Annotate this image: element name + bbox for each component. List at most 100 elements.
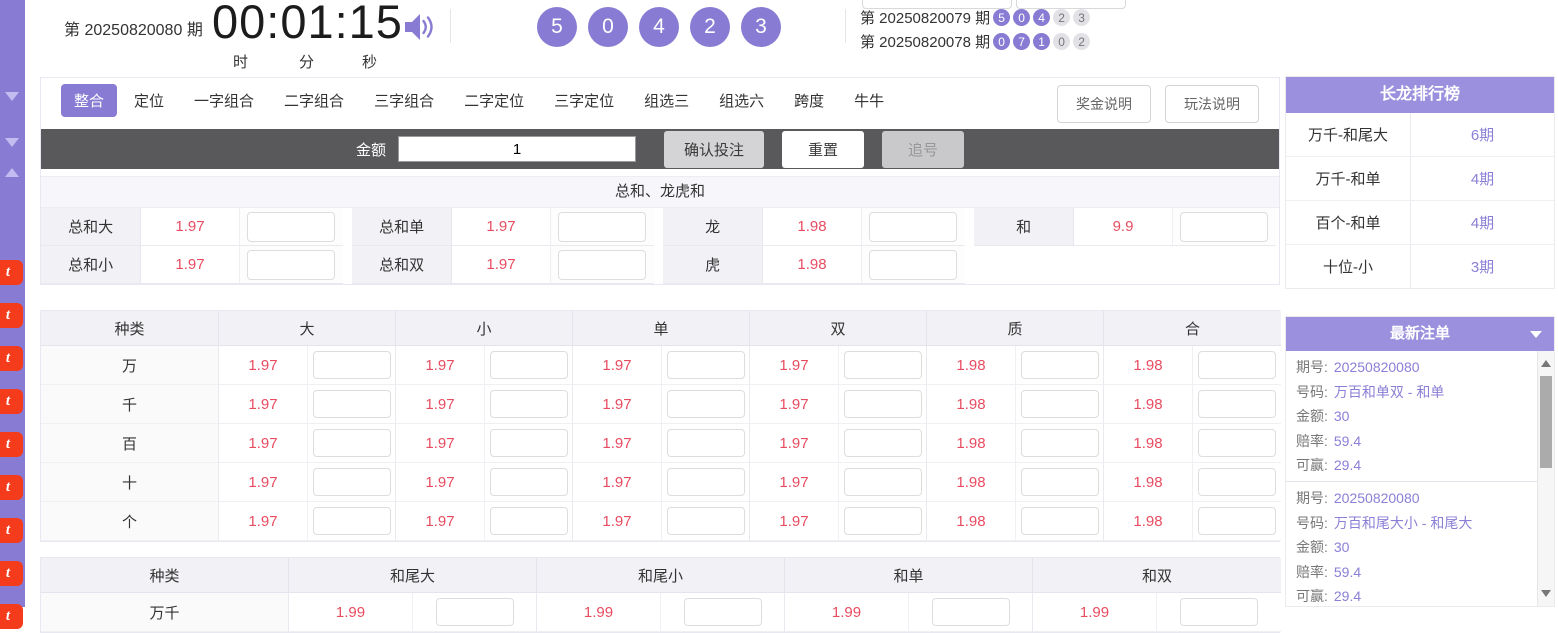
order-field-value: 20250820080 <box>1334 490 1420 506</box>
orders-panel-header[interactable]: 最新注单 <box>1286 317 1554 351</box>
lottery-ball: 3 <box>741 7 781 47</box>
history-ball: 5 <box>993 9 1010 26</box>
arrow-down-icon[interactable] <box>5 138 19 147</box>
bet-input[interactable] <box>490 429 568 457</box>
odds-value: 1.97 <box>396 502 485 541</box>
bet-input[interactable] <box>667 468 745 496</box>
bet-input[interactable] <box>844 351 922 379</box>
bet-input[interactable] <box>558 250 646 280</box>
tab-6[interactable]: 二字定位 <box>464 90 524 111</box>
tab-2[interactable]: 定位 <box>134 90 164 111</box>
bet-input[interactable] <box>667 390 745 418</box>
bet-input[interactable] <box>844 429 922 457</box>
column-header: 和双 <box>1033 558 1281 593</box>
bet-input[interactable] <box>313 351 391 379</box>
dragon-rank-row: 万千-和尾大6期 <box>1286 113 1554 157</box>
tab-10[interactable]: 跨度 <box>794 90 824 111</box>
amount-input[interactable] <box>398 136 636 162</box>
tab-4[interactable]: 二字组合 <box>284 90 344 111</box>
confirm-bet-button[interactable]: 确认投注 <box>664 131 764 168</box>
bet-input[interactable] <box>247 250 335 280</box>
order-field-value: 59.4 <box>1334 433 1361 449</box>
scrollbar-thumb[interactable] <box>1540 376 1552 468</box>
chevron-down-icon[interactable] <box>1530 331 1542 338</box>
odds-value: 1.99 <box>537 593 661 632</box>
odds-input-cell <box>662 424 750 463</box>
tab-7[interactable]: 三字定位 <box>554 90 614 111</box>
bet-input[interactable] <box>1021 429 1099 457</box>
bet-input[interactable] <box>313 390 391 418</box>
bet-input[interactable] <box>1198 351 1276 379</box>
bet-input[interactable] <box>1021 351 1099 379</box>
odds-input-cell <box>662 385 750 424</box>
sidebar-badge[interactable]: t <box>0 389 23 414</box>
tab-3[interactable]: 一字组合 <box>194 90 254 111</box>
sidebar-badge[interactable]: t <box>0 475 23 500</box>
bet-input[interactable] <box>844 390 922 418</box>
odds-value: 1.98 <box>927 424 1016 463</box>
sidebar-badge[interactable]: t <box>0 346 23 371</box>
orders-scrollbar[interactable] <box>1537 351 1554 606</box>
odds-input-cell <box>1016 463 1104 502</box>
sidebar-badge[interactable]: t <box>0 432 23 457</box>
bet-input[interactable] <box>1198 429 1276 457</box>
bet-input[interactable] <box>844 468 922 496</box>
odds-input-cell <box>1193 424 1281 463</box>
bet-input[interactable] <box>1180 598 1258 626</box>
bet-input[interactable] <box>869 212 957 242</box>
tab-8[interactable]: 组选三 <box>644 90 689 111</box>
bet-input[interactable] <box>313 468 391 496</box>
bet-input[interactable] <box>313 429 391 457</box>
odds-value: 1.97 <box>452 208 550 246</box>
odds-value: 1.97 <box>452 246 550 284</box>
tab-5[interactable]: 三字组合 <box>374 90 434 111</box>
bet-input[interactable] <box>1198 468 1276 496</box>
bet-input[interactable] <box>844 507 922 535</box>
bet-input[interactable] <box>1021 468 1099 496</box>
bet-input[interactable] <box>490 390 568 418</box>
reset-button[interactable]: 重置 <box>782 131 864 168</box>
howto-info-button[interactable]: 玩法说明 <box>1165 85 1259 123</box>
bet-input[interactable] <box>869 250 957 280</box>
history-row: 第 20250820078 期07102 <box>860 31 1090 52</box>
speaker-icon[interactable] <box>402 11 436 43</box>
bet-input[interactable] <box>436 598 514 626</box>
sidebar-badge[interactable]: t <box>0 604 23 629</box>
bet-input[interactable] <box>490 507 568 535</box>
bet-input[interactable] <box>667 429 745 457</box>
bet-input[interactable] <box>684 598 762 626</box>
bet-input[interactable] <box>1198 390 1276 418</box>
bet-input[interactable] <box>667 351 745 379</box>
bet-input[interactable] <box>313 507 391 535</box>
odds-label: 和 <box>974 208 1074 246</box>
bet-input[interactable] <box>1021 390 1099 418</box>
minute-unit-label: 分 <box>299 51 314 72</box>
bet-input[interactable] <box>558 212 646 242</box>
odds-value: 1.98 <box>927 502 1016 541</box>
chase-number-button[interactable]: 追号 <box>882 131 964 168</box>
odds-input-cell <box>413 593 537 632</box>
sidebar-badge[interactable]: t <box>0 303 23 328</box>
column-header: 种类 <box>41 558 289 593</box>
bet-input[interactable] <box>490 468 568 496</box>
bet-input[interactable] <box>247 212 335 242</box>
prize-info-button[interactable]: 奖金说明 <box>1057 85 1151 123</box>
sidebar-badge[interactable]: t <box>0 260 23 285</box>
arrow-up-icon[interactable] <box>5 168 19 177</box>
tab-9[interactable]: 组选六 <box>719 90 764 111</box>
tab-11[interactable]: 牛牛 <box>854 90 884 111</box>
sidebar-badge[interactable]: t <box>0 561 23 586</box>
odds-input-cell <box>839 502 927 541</box>
bet-input[interactable] <box>1180 212 1268 242</box>
tab-1[interactable]: 整合 <box>61 84 117 117</box>
bet-input[interactable] <box>667 507 745 535</box>
scroll-up-icon[interactable] <box>1541 360 1551 367</box>
odds-input-cell <box>862 246 965 284</box>
arrow-down-icon[interactable] <box>5 92 19 101</box>
bet-input[interactable] <box>1021 507 1099 535</box>
sidebar-badge[interactable]: t <box>0 518 23 543</box>
scroll-down-icon[interactable] <box>1541 590 1551 597</box>
bet-input[interactable] <box>932 598 1010 626</box>
bet-input[interactable] <box>1198 507 1276 535</box>
bet-input[interactable] <box>490 351 568 379</box>
